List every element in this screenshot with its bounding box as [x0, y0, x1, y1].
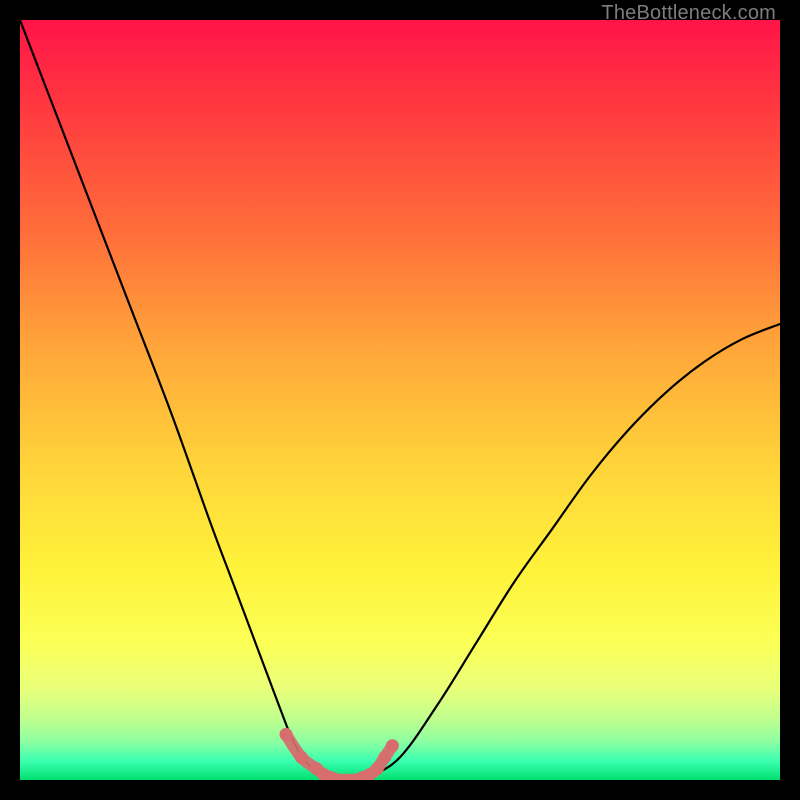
flat-bottom-markers: [286, 734, 392, 780]
marker-dot: [348, 774, 361, 781]
marker-dot: [333, 774, 346, 781]
marker-dot: [295, 751, 308, 764]
marker-dot: [356, 771, 369, 780]
curve-svg: [20, 20, 780, 780]
marker-dot: [318, 768, 331, 780]
bottleneck-curve: [20, 20, 780, 780]
marker-dot: [280, 728, 293, 741]
marker-dot: [386, 739, 399, 752]
marker-dots: [280, 728, 399, 780]
chart-frame: TheBottleneck.com: [0, 0, 800, 800]
marker-dot: [371, 762, 384, 775]
watermark-text: TheBottleneck.com: [601, 2, 776, 25]
plot-area: [20, 20, 780, 780]
marker-dot: [325, 771, 338, 780]
marker-dot: [310, 762, 323, 775]
marker-dot: [363, 768, 376, 780]
marker-dot: [340, 774, 353, 781]
marker-dot: [378, 751, 391, 764]
